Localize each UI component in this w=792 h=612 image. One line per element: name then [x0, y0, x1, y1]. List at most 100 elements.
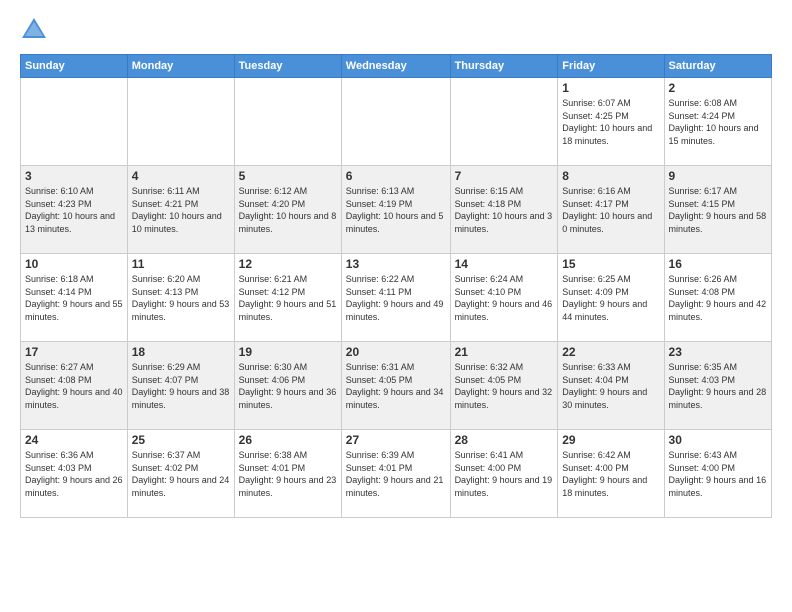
day-info: Sunrise: 6:08 AM Sunset: 4:24 PM Dayligh…: [669, 97, 767, 147]
calendar-cell: 23 Sunrise: 6:35 AM Sunset: 4:03 PM Dayli…: [664, 342, 771, 430]
calendar-cell: 3 Sunrise: 6:10 AM Sunset: 4:23 PM Daylig…: [21, 166, 128, 254]
day-info: Sunrise: 6:37 AM Sunset: 4:02 PM Dayligh…: [132, 449, 230, 499]
week-row-0: 1Sunrise: 6:07 AM Sunset: 4:25 PM Daylig…: [21, 78, 772, 166]
day-info: Sunrise: 6:27 AM Sunset: 4:08 PM Dayligh…: [25, 361, 123, 411]
page: SundayMondayTuesdayWednesdayThursdayFrid…: [0, 0, 792, 612]
calendar-cell: 10Sunrise: 6:18 AM Sunset: 4:14 PM Dayli…: [21, 254, 128, 342]
day-info: Sunrise: 6:21 AM Sunset: 4:12 PM Dayligh…: [239, 273, 337, 323]
day-info: Sunrise: 6:29 AM Sunset: 4:07 PM Dayligh…: [132, 361, 230, 411]
col-header-thursday: Thursday: [450, 55, 558, 78]
day-info: Sunrise: 6:25 AM Sunset: 4:09 PM Dayligh…: [562, 273, 659, 323]
calendar-cell: 7 Sunrise: 6:15 AM Sunset: 4:18 PM Daylig…: [450, 166, 558, 254]
calendar-cell: 28Sunrise: 6:41 AM Sunset: 4:00 PM Dayli…: [450, 430, 558, 518]
day-info: Sunrise: 6:22 AM Sunset: 4:11 PM Dayligh…: [346, 273, 446, 323]
day-info: Sunrise: 6:11 AM Sunset: 4:21 PM Dayligh…: [132, 185, 230, 235]
col-header-saturday: Saturday: [664, 55, 771, 78]
calendar-cell: 2 Sunrise: 6:08 AM Sunset: 4:24 PM Daylig…: [664, 78, 771, 166]
col-header-wednesday: Wednesday: [341, 55, 450, 78]
day-number: 16: [669, 257, 767, 271]
day-number: 12: [239, 257, 337, 271]
day-info: Sunrise: 6:35 AM Sunset: 4:03 PM Dayligh…: [669, 361, 767, 411]
week-row-3: 17Sunrise: 6:27 AM Sunset: 4:08 PM Dayli…: [21, 342, 772, 430]
day-number: 3: [25, 169, 123, 183]
calendar-cell: 25 Sunrise: 6:37 AM Sunset: 4:02 PM Dayli…: [127, 430, 234, 518]
day-number: 9: [669, 169, 767, 183]
day-info: Sunrise: 6:38 AM Sunset: 4:01 PM Dayligh…: [239, 449, 337, 499]
day-info: Sunrise: 6:43 AM Sunset: 4:00 PM Dayligh…: [669, 449, 767, 499]
calendar-cell: 15 Sunrise: 6:25 AM Sunset: 4:09 PM Dayli…: [558, 254, 664, 342]
day-info: Sunrise: 6:12 AM Sunset: 4:20 PM Dayligh…: [239, 185, 337, 235]
logo: [20, 16, 52, 44]
calendar-cell: 17Sunrise: 6:27 AM Sunset: 4:08 PM Dayli…: [21, 342, 128, 430]
day-number: 30: [669, 433, 767, 447]
calendar-cell: 27 Sunrise: 6:39 AM Sunset: 4:01 PM Dayli…: [341, 430, 450, 518]
calendar-cell: [450, 78, 558, 166]
day-info: Sunrise: 6:32 AM Sunset: 4:05 PM Dayligh…: [455, 361, 554, 411]
week-row-4: 24Sunrise: 6:36 AM Sunset: 4:03 PM Dayli…: [21, 430, 772, 518]
calendar-cell: 12 Sunrise: 6:21 AM Sunset: 4:12 PM Dayli…: [234, 254, 341, 342]
day-number: 25: [132, 433, 230, 447]
day-number: 6: [346, 169, 446, 183]
calendar-cell: 21 Sunrise: 6:32 AM Sunset: 4:05 PM Dayli…: [450, 342, 558, 430]
calendar: SundayMondayTuesdayWednesdayThursdayFrid…: [20, 54, 772, 518]
day-info: Sunrise: 6:13 AM Sunset: 4:19 PM Dayligh…: [346, 185, 446, 235]
day-number: 23: [669, 345, 767, 359]
day-info: Sunrise: 6:07 AM Sunset: 4:25 PM Dayligh…: [562, 97, 659, 147]
calendar-cell: 8 Sunrise: 6:16 AM Sunset: 4:17 PM Daylig…: [558, 166, 664, 254]
day-number: 2: [669, 81, 767, 95]
calendar-cell: 13 Sunrise: 6:22 AM Sunset: 4:11 PM Dayli…: [341, 254, 450, 342]
day-info: Sunrise: 6:39 AM Sunset: 4:01 PM Dayligh…: [346, 449, 446, 499]
day-number: 19: [239, 345, 337, 359]
calendar-cell: 20 Sunrise: 6:31 AM Sunset: 4:05 PM Dayli…: [341, 342, 450, 430]
col-header-monday: Monday: [127, 55, 234, 78]
day-number: 24: [25, 433, 123, 447]
calendar-cell: 16 Sunrise: 6:26 AM Sunset: 4:08 PM Dayli…: [664, 254, 771, 342]
day-info: Sunrise: 6:16 AM Sunset: 4:17 PM Dayligh…: [562, 185, 659, 235]
day-info: Sunrise: 6:26 AM Sunset: 4:08 PM Dayligh…: [669, 273, 767, 323]
day-number: 20: [346, 345, 446, 359]
day-number: 15: [562, 257, 659, 271]
day-number: 21: [455, 345, 554, 359]
day-info: Sunrise: 6:31 AM Sunset: 4:05 PM Dayligh…: [346, 361, 446, 411]
calendar-cell: 26 Sunrise: 6:38 AM Sunset: 4:01 PM Dayli…: [234, 430, 341, 518]
calendar-cell: 30 Sunrise: 6:43 AM Sunset: 4:00 PM Dayli…: [664, 430, 771, 518]
calendar-cell: 6 Sunrise: 6:13 AM Sunset: 4:19 PM Daylig…: [341, 166, 450, 254]
logo-icon: [20, 16, 48, 44]
calendar-cell: 5 Sunrise: 6:12 AM Sunset: 4:20 PM Daylig…: [234, 166, 341, 254]
day-info: Sunrise: 6:33 AM Sunset: 4:04 PM Dayligh…: [562, 361, 659, 411]
day-number: 11: [132, 257, 230, 271]
day-number: 26: [239, 433, 337, 447]
calendar-cell: [341, 78, 450, 166]
calendar-cell: [21, 78, 128, 166]
day-number: 14: [455, 257, 554, 271]
calendar-cell: 18 Sunrise: 6:29 AM Sunset: 4:07 PM Dayli…: [127, 342, 234, 430]
day-info: Sunrise: 6:24 AM Sunset: 4:10 PM Dayligh…: [455, 273, 554, 323]
day-number: 5: [239, 169, 337, 183]
calendar-cell: [127, 78, 234, 166]
calendar-cell: 11 Sunrise: 6:20 AM Sunset: 4:13 PM Dayli…: [127, 254, 234, 342]
week-row-1: 3 Sunrise: 6:10 AM Sunset: 4:23 PM Daylig…: [21, 166, 772, 254]
calendar-cell: 14 Sunrise: 6:24 AM Sunset: 4:10 PM Dayli…: [450, 254, 558, 342]
day-number: 7: [455, 169, 554, 183]
day-number: 8: [562, 169, 659, 183]
calendar-cell: 19Sunrise: 6:30 AM Sunset: 4:06 PM Dayli…: [234, 342, 341, 430]
week-row-2: 10Sunrise: 6:18 AM Sunset: 4:14 PM Dayli…: [21, 254, 772, 342]
day-info: Sunrise: 6:17 AM Sunset: 4:15 PM Dayligh…: [669, 185, 767, 235]
header: [20, 16, 772, 44]
day-info: Sunrise: 6:42 AM Sunset: 4:00 PM Dayligh…: [562, 449, 659, 499]
day-number: 27: [346, 433, 446, 447]
col-header-tuesday: Tuesday: [234, 55, 341, 78]
day-number: 22: [562, 345, 659, 359]
day-number: 29: [562, 433, 659, 447]
calendar-cell: 24Sunrise: 6:36 AM Sunset: 4:03 PM Dayli…: [21, 430, 128, 518]
day-info: Sunrise: 6:20 AM Sunset: 4:13 PM Dayligh…: [132, 273, 230, 323]
day-info: Sunrise: 6:10 AM Sunset: 4:23 PM Dayligh…: [25, 185, 123, 235]
day-number: 13: [346, 257, 446, 271]
day-info: Sunrise: 6:15 AM Sunset: 4:18 PM Dayligh…: [455, 185, 554, 235]
calendar-cell: [234, 78, 341, 166]
calendar-header-row: SundayMondayTuesdayWednesdayThursdayFrid…: [21, 55, 772, 78]
day-number: 4: [132, 169, 230, 183]
day-number: 18: [132, 345, 230, 359]
day-number: 10: [25, 257, 123, 271]
calendar-cell: 4 Sunrise: 6:11 AM Sunset: 4:21 PM Daylig…: [127, 166, 234, 254]
